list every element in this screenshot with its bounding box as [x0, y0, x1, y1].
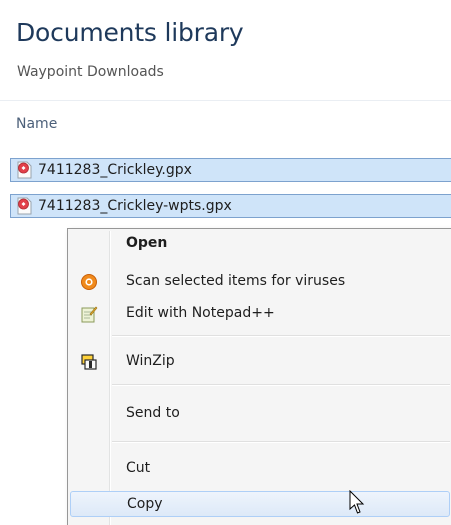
menu-separator — [112, 441, 450, 443]
menu-item-winzip[interactable]: WinZip — [70, 349, 450, 375]
menu-item-label: Copy — [127, 496, 163, 512]
file-name: 7411283_Crickley-wpts.gpx — [38, 198, 232, 214]
menu-item-label: Edit with Notepad++ — [126, 305, 275, 321]
menu-item-label: WinZip — [126, 353, 175, 369]
menu-item-label: Cut — [126, 460, 151, 476]
winzip-icon — [81, 354, 97, 370]
library-subtitle[interactable]: Waypoint Downloads — [17, 64, 164, 80]
menu-item-copy[interactable]: Copy — [70, 491, 450, 517]
menu-item-send-to[interactable]: Send to — [70, 401, 450, 427]
menu-item-cut[interactable]: Cut — [70, 456, 450, 482]
menu-item-scan-viruses[interactable]: Scan selected items for viruses — [70, 269, 450, 295]
menu-separator — [112, 335, 450, 337]
header-divider — [0, 100, 451, 101]
context-menu: Open Scan selected items for viruses Edi… — [67, 228, 451, 525]
column-header-name[interactable]: Name — [16, 116, 57, 132]
antivirus-icon — [81, 274, 97, 290]
gpx-file-icon — [17, 197, 32, 215]
file-name: 7411283_Crickley.gpx — [38, 162, 192, 178]
menu-item-open[interactable]: Open — [70, 231, 450, 257]
menu-separator — [112, 384, 450, 386]
gpx-file-icon — [17, 161, 32, 179]
menu-item-label: Scan selected items for viruses — [126, 273, 346, 289]
menu-item-edit-notepad[interactable]: Edit with Notepad++ — [70, 301, 450, 327]
file-row[interactable]: 7411283_Crickley.gpx — [10, 158, 451, 182]
menu-item-label: Send to — [126, 405, 180, 421]
library-title: Documents library — [16, 18, 244, 47]
menu-item-label: Open — [126, 235, 168, 251]
notepad-plus-icon — [81, 306, 98, 323]
mouse-pointer-icon — [349, 490, 365, 514]
file-row[interactable]: 7411283_Crickley-wpts.gpx — [10, 194, 451, 218]
